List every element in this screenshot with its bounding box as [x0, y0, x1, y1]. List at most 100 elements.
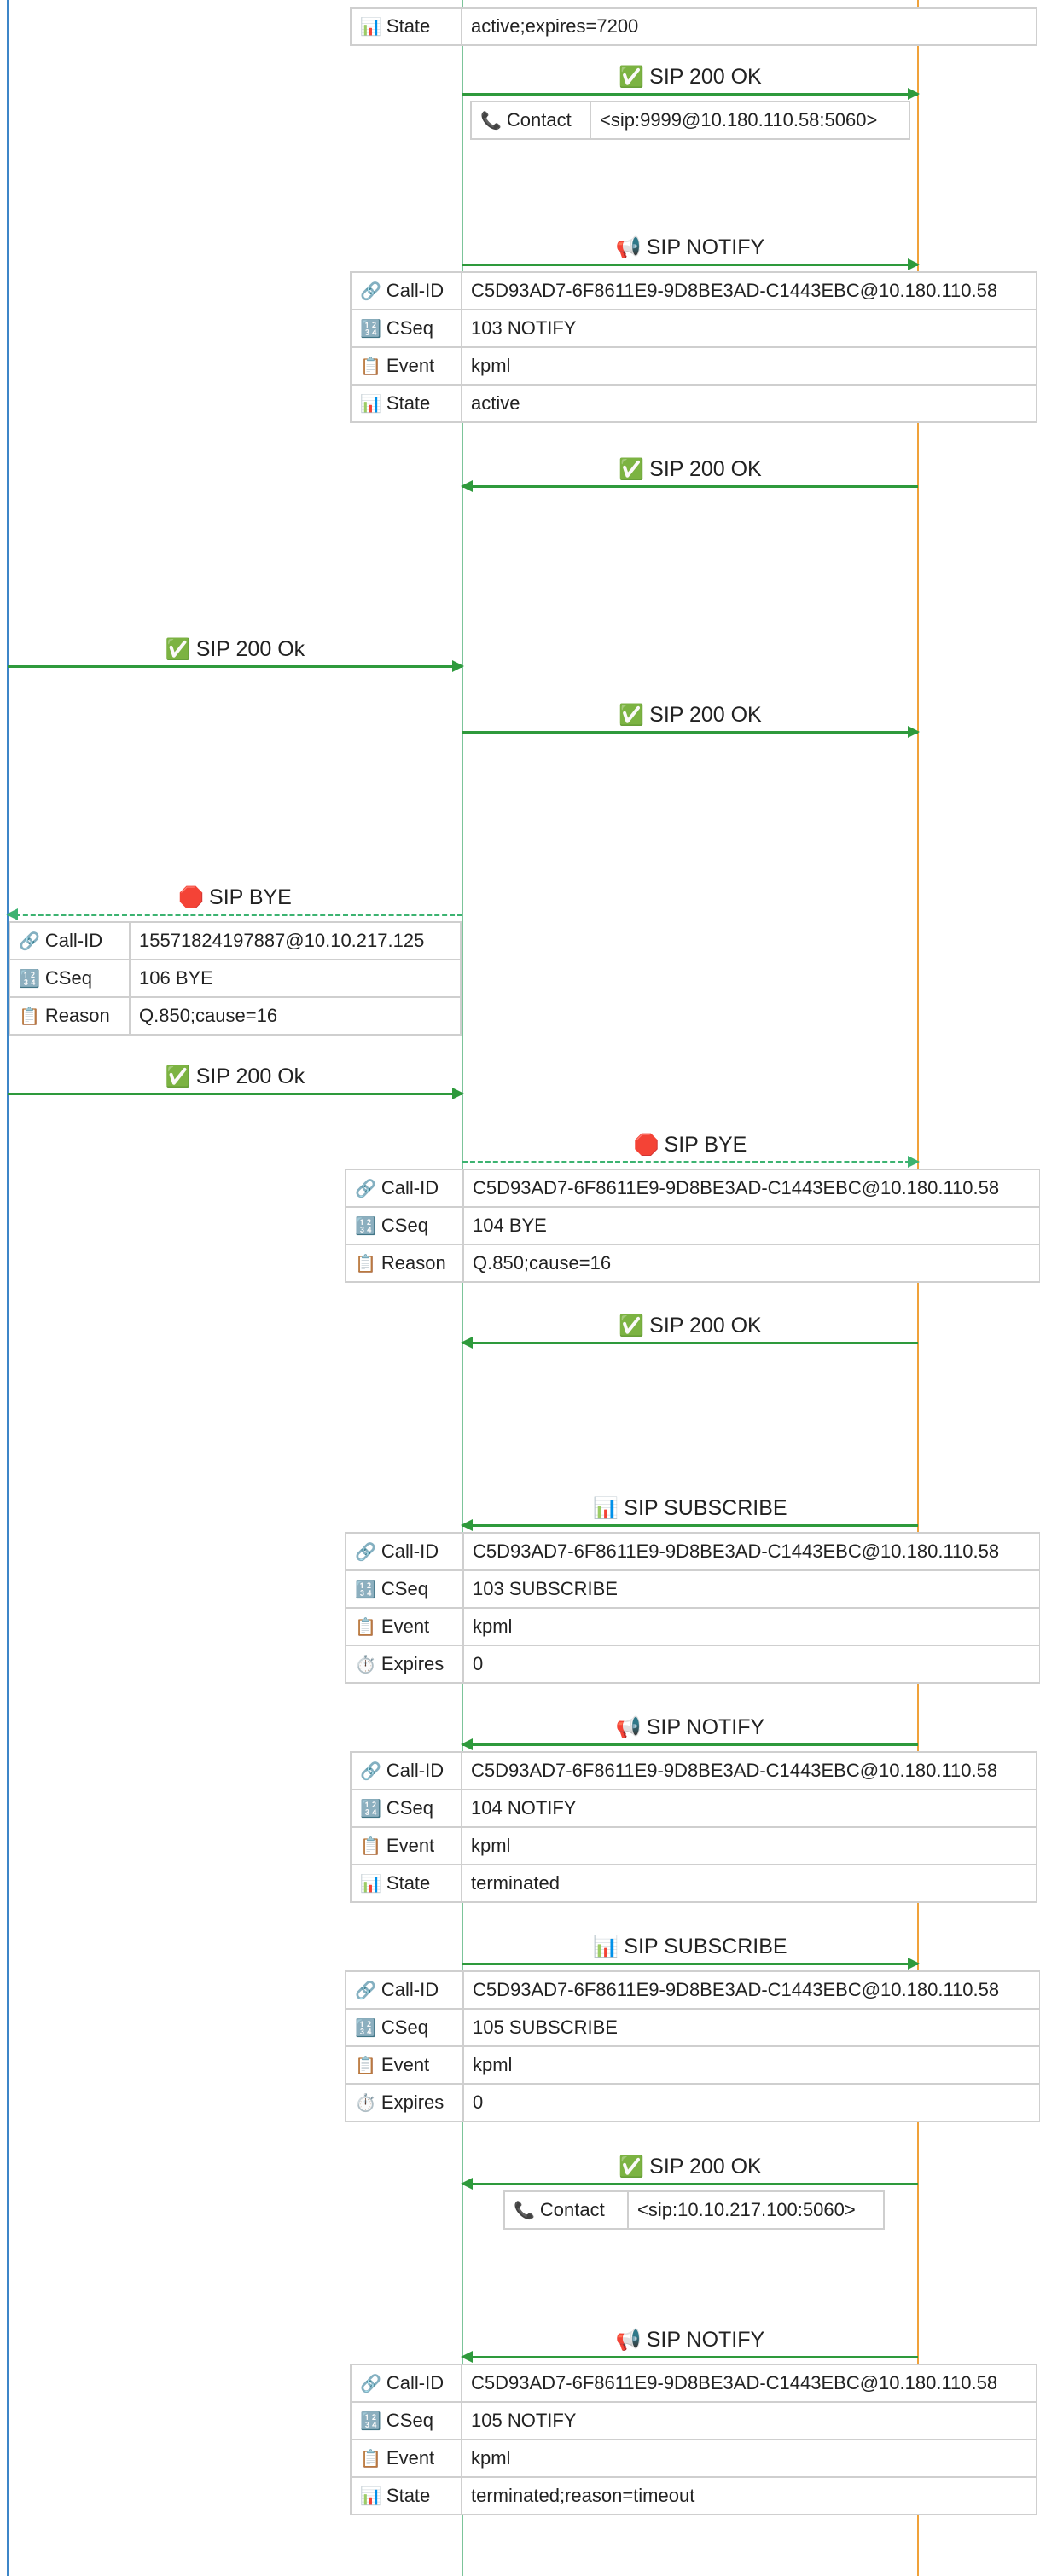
table-row: 🔢 CSeq 104 NOTIFY — [350, 1789, 1037, 1828]
header-value: 15571824197887@10.10.217.125 — [129, 921, 462, 960]
header-key: Call-ID — [386, 1760, 444, 1781]
message-text: SIP NOTIFY — [646, 235, 765, 259]
numbers-icon: 🔢 — [355, 1579, 376, 1599]
header-key-cell: 📊 State — [350, 384, 462, 423]
table-row: 📞 Contact <sip:10.10.217.100:5060> — [503, 2190, 885, 2230]
check-mark-icon: ✅ — [619, 457, 645, 481]
header-key-cell: 🔗 Call-ID — [9, 921, 131, 960]
check-mark-icon: ✅ — [619, 65, 645, 89]
check-mark-icon: ✅ — [619, 2155, 645, 2179]
message-text: SIP BYE — [209, 885, 292, 909]
message-label: ✅ SIP 200 OK — [619, 64, 761, 90]
header-value: 103 SUBSCRIBE — [462, 1569, 1040, 1609]
arrow-head — [908, 726, 920, 738]
header-key: Call-ID — [381, 1177, 439, 1198]
header-key-cell: 📋 Event — [350, 2439, 462, 2478]
table-row: 🔗 Call-ID C5D93AD7-6F8611E9-9D8BE3AD-C1443… — [350, 1751, 1037, 1790]
arrow-head — [452, 1088, 464, 1099]
header-key: CSeq — [381, 2016, 428, 2038]
table-row: 📋 Event kpml — [350, 1826, 1037, 1865]
clipboard-icon: 📋 — [355, 2055, 376, 2075]
header-key-cell: 📋 Event — [345, 1607, 464, 1646]
header-key: CSeq — [381, 1578, 428, 1599]
sip-header-table: 📊 State active;expires=7200 — [350, 7, 1037, 46]
header-value: <sip:10.10.217.100:5060> — [627, 2190, 885, 2230]
header-key-cell: ⏱️ Expires — [345, 1645, 464, 1684]
arrow-head — [461, 2351, 473, 2363]
header-key: Call-ID — [386, 2372, 444, 2393]
numbers-icon: 🔢 — [355, 2017, 376, 2038]
header-key: Event — [386, 355, 435, 376]
header-key-cell: 📋 Event — [350, 1826, 462, 1865]
arrow-line — [462, 1524, 918, 1527]
numbers-icon: 🔢 — [360, 318, 381, 339]
header-key: CSeq — [44, 967, 92, 989]
header-key-cell: 🔢 CSeq — [350, 2401, 462, 2440]
header-key: State — [386, 1872, 431, 1894]
header-key: State — [386, 2485, 431, 2506]
header-key-cell: 🔗 Call-ID — [345, 1169, 464, 1208]
table-row: 📋 Event kpml — [345, 1607, 1040, 1646]
message-text: SIP BYE — [664, 1133, 747, 1157]
message-text: SIP 200 OK — [649, 2155, 762, 2179]
arrow-line — [462, 2356, 918, 2358]
header-key-cell: 📊 State — [350, 7, 462, 46]
arrow-line — [462, 485, 918, 488]
header-value: Q.850;cause=16 — [129, 996, 462, 1036]
bar-chart-icon: 📊 — [593, 1935, 619, 1958]
table-row: 📋 Reason Q.850;cause=16 — [9, 996, 462, 1036]
table-row: 📋 Event kpml — [350, 2439, 1037, 2478]
message-label: ✅ SIP 200 OK — [619, 702, 761, 728]
table-row: 🔢 CSeq 104 BYE — [345, 1206, 1040, 1245]
megaphone-icon: 📢 — [615, 2328, 642, 2352]
link-icon: 🔗 — [355, 1178, 376, 1198]
header-key: Call-ID — [381, 1540, 439, 1562]
bar-chart-icon: 📊 — [360, 16, 381, 37]
clipboard-icon: 📋 — [19, 1006, 40, 1026]
table-row: ⏱️ Expires 0 — [345, 1645, 1040, 1684]
link-icon: 🔗 — [355, 1980, 376, 2000]
bar-chart-icon: 📊 — [593, 1496, 619, 1520]
message-text: SIP 200 OK — [649, 457, 762, 481]
sip-header-table: 🔗 Call-ID C5D93AD7-6F8611E9-9D8BE3AD-C1443… — [350, 2364, 1037, 2515]
arrow-line — [462, 1743, 918, 1746]
header-key-cell: 🔢 CSeq — [345, 1206, 464, 1245]
header-key: State — [386, 15, 431, 37]
header-value: C5D93AD7-6F8611E9-9D8BE3AD-C1443EBC@10.1… — [461, 1751, 1037, 1790]
header-value: kpml — [461, 346, 1037, 386]
message-label: ✅ SIP 200 Ok — [166, 1064, 305, 1089]
header-key: Expires — [381, 2092, 444, 2113]
numbers-icon: 🔢 — [360, 1798, 381, 1819]
message-label: ✅ SIP 200 OK — [619, 2154, 761, 2179]
sip-header-table: 📞 Contact <sip:9999@10.180.110.58:5060> — [470, 101, 910, 140]
header-key-cell: 🔢 CSeq — [345, 1569, 464, 1609]
megaphone-icon: 📢 — [615, 235, 642, 259]
header-key: CSeq — [386, 1797, 433, 1819]
sip-header-table: 🔗 Call-ID C5D93AD7-6F8611E9-9D8BE3AD-C1443… — [345, 1970, 1040, 2122]
arrow-head — [461, 1337, 473, 1349]
header-key-cell: 🔗 Call-ID — [350, 2364, 462, 2403]
table-row: 🔢 CSeq 106 BYE — [9, 959, 462, 998]
header-value: C5D93AD7-6F8611E9-9D8BE3AD-C1443EBC@10.1… — [461, 271, 1037, 310]
header-value: kpml — [461, 1826, 1037, 1865]
telephone-icon: 📞 — [480, 110, 502, 131]
header-value: 105 NOTIFY — [461, 2401, 1037, 2440]
header-key-cell: 📋 Reason — [345, 1244, 464, 1283]
message-label: ✅ SIP 200 Ok — [166, 636, 305, 662]
link-icon: 🔗 — [360, 1761, 381, 1781]
link-icon: 🔗 — [360, 2373, 381, 2393]
header-value: C5D93AD7-6F8611E9-9D8BE3AD-C1443EBC@10.1… — [462, 1169, 1040, 1208]
header-value: terminated;reason=timeout — [461, 2476, 1037, 2515]
header-value: 104 BYE — [462, 1206, 1040, 1245]
message-text: SIP 200 Ok — [195, 637, 305, 661]
table-row: 🔗 Call-ID C5D93AD7-6F8611E9-9D8BE3AD-C1443… — [345, 1169, 1040, 1208]
table-row: 🔢 CSeq 103 NOTIFY — [350, 309, 1037, 348]
header-key: Event — [381, 1616, 430, 1637]
stop-sign-icon: 🛑 — [633, 1133, 659, 1157]
header-key-cell: 🔗 Call-ID — [350, 1751, 462, 1790]
header-key: Event — [381, 2054, 430, 2075]
header-value: C5D93AD7-6F8611E9-9D8BE3AD-C1443EBC@10.1… — [462, 1532, 1040, 1571]
sip-header-table: 🔗 Call-ID 15571824197887@10.10.217.125 🔢 CSe… — [9, 921, 462, 1036]
check-mark-icon: ✅ — [619, 703, 645, 727]
arrow-head — [6, 908, 18, 920]
